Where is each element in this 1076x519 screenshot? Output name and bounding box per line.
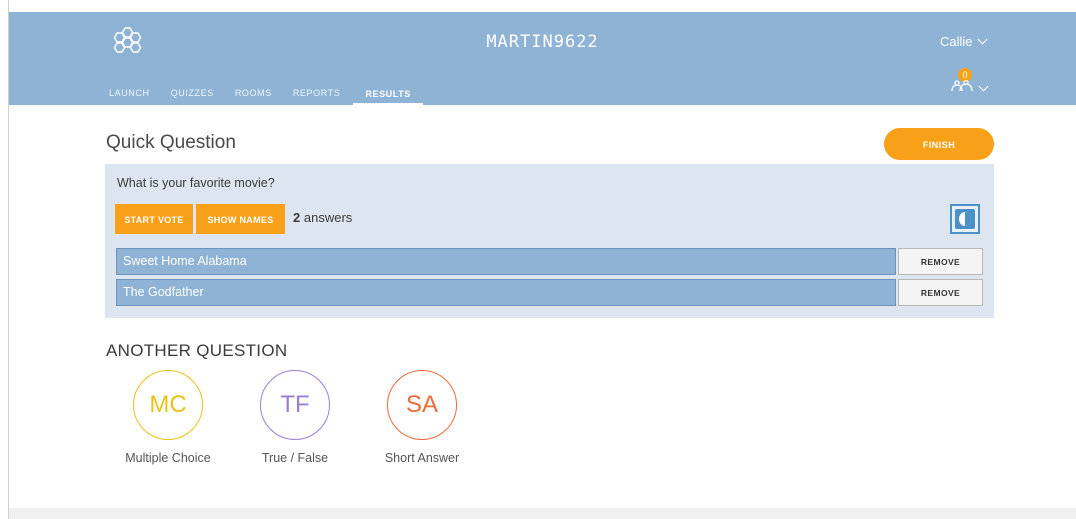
true-false-option[interactable]: TF True / False [245, 370, 345, 465]
nav-rooms[interactable]: ROOMS [235, 84, 289, 105]
page-title: Quick Question [106, 132, 236, 153]
footer-band [9, 508, 1076, 519]
start-vote-button[interactable]: START VOTE [115, 204, 193, 234]
answer-row: The Godfather REMOVE [116, 279, 983, 306]
top-header: MARTIN9622 Callie 0 LAUNCH QUIZZES ROOMS… [9, 12, 1076, 105]
contrast-icon [955, 209, 975, 229]
user-menu[interactable]: Callie [940, 34, 987, 49]
question-text: What is your favorite movie? [117, 176, 275, 190]
true-false-icon: TF [260, 370, 330, 440]
true-false-label: True / False [261, 451, 329, 465]
another-question-heading: ANOTHER QUESTION [106, 341, 288, 360]
answers-count-suffix: answers [303, 210, 353, 225]
nav-quizzes[interactable]: QUIZZES [171, 84, 231, 105]
main-nav: LAUNCH QUIZZES ROOMS REPORTS RESULTS [105, 84, 427, 105]
answer-row: Sweet Home Alabama REMOVE [116, 248, 983, 275]
short-answer-option[interactable]: SA Short Answer [372, 370, 472, 465]
multiple-choice-option[interactable]: MC Multiple Choice [118, 370, 218, 465]
chevron-down-icon [978, 81, 989, 92]
answers-count: 2 answers [293, 210, 352, 225]
toggle-view-button[interactable] [950, 204, 980, 234]
nav-launch[interactable]: LAUNCH [105, 84, 167, 105]
window-left-edge [0, 0, 9, 519]
remove-answer-button[interactable]: REMOVE [898, 279, 983, 306]
multiple-choice-icon: MC [133, 370, 203, 440]
short-answer-icon: SA [387, 370, 457, 440]
chevron-down-icon [977, 34, 987, 45]
room-name: MARTIN9622 [486, 32, 599, 52]
multiple-choice-label: Multiple Choice [125, 451, 211, 465]
nav-reports[interactable]: REPORTS [293, 84, 358, 105]
notifications-menu[interactable]: 0 [950, 68, 994, 98]
user-name: Callie [940, 34, 973, 49]
short-answer-label: Short Answer [384, 451, 460, 465]
answer-text: Sweet Home Alabama [116, 248, 896, 275]
finish-button[interactable]: FINISH [884, 128, 994, 160]
nav-results[interactable]: RESULTS [353, 85, 423, 105]
remove-answer-button[interactable]: REMOVE [898, 248, 983, 275]
answers-count-number: 2 [293, 210, 301, 225]
question-panel: What is your favorite movie? START VOTE … [105, 164, 994, 318]
group-icon [951, 80, 973, 92]
show-names-button[interactable]: SHOW NAMES [196, 204, 285, 234]
answer-text: The Godfather [116, 279, 896, 306]
